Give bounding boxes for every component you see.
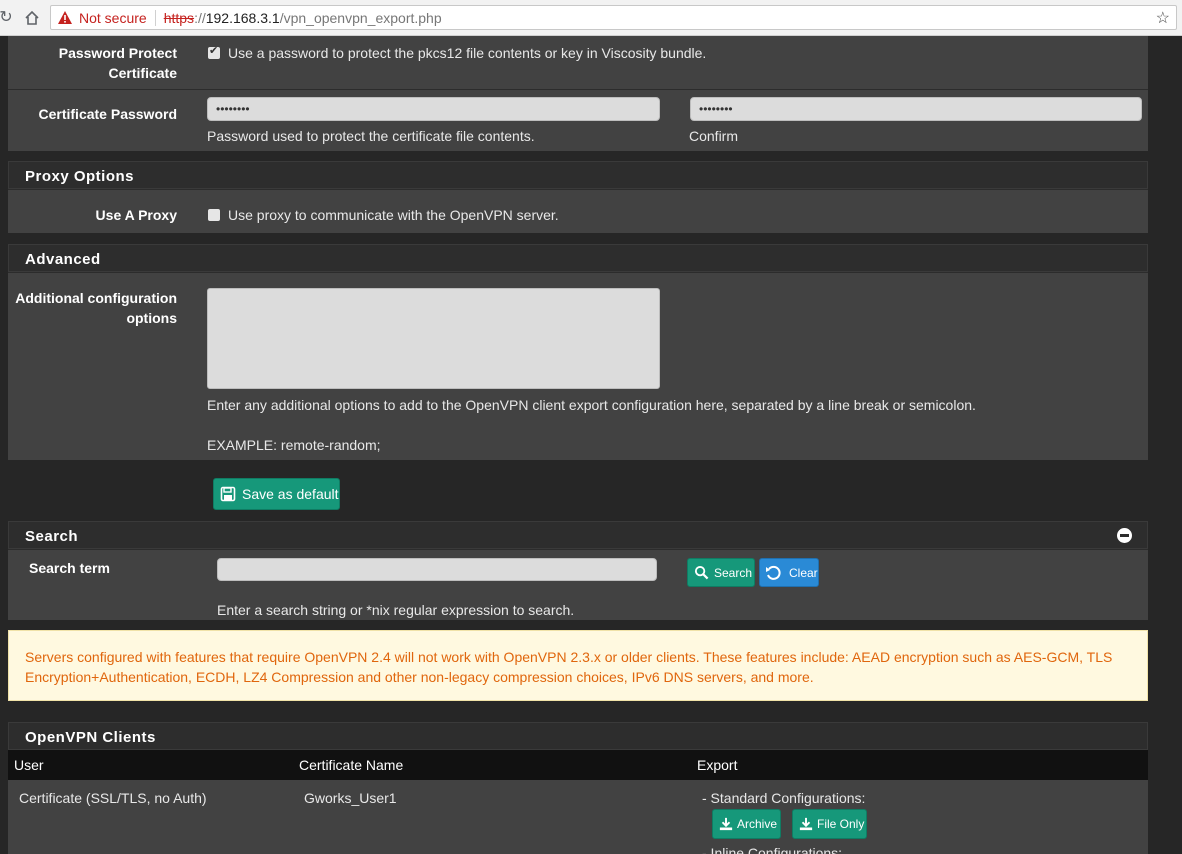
compatibility-notice: Servers configured with features that re… bbox=[8, 630, 1148, 701]
advanced-panel-title: Advanced bbox=[8, 244, 1148, 272]
use-proxy-row: Use A Proxy Use proxy to communicate wit… bbox=[8, 189, 1148, 233]
address-bar[interactable]: Not secure https://192.168.3.1/vpn_openv… bbox=[50, 5, 1177, 30]
url-protocol: https bbox=[163, 9, 195, 26]
additional-options-textarea[interactable] bbox=[207, 288, 660, 389]
search-panel: Search Search term Search Clear Enter a … bbox=[8, 521, 1148, 620]
archive-button-label: Archive bbox=[737, 817, 778, 831]
confirm-password-help: Confirm bbox=[689, 128, 739, 144]
divider bbox=[154, 9, 156, 26]
archive-button[interactable]: Archive bbox=[712, 809, 781, 839]
use-proxy-label: Use A Proxy bbox=[95, 207, 177, 223]
standard-configurations-label: - Standard Configurations: bbox=[702, 790, 866, 806]
search-help: Enter a search string or *nix regular ex… bbox=[217, 602, 575, 618]
column-header-export: Export bbox=[697, 757, 738, 773]
certificate-panel: Password Protect Certificate Use a passw… bbox=[8, 36, 1148, 151]
floppy-disk-icon bbox=[220, 486, 236, 502]
search-term-label: Search term bbox=[29, 560, 110, 576]
clear-button[interactable]: Clear bbox=[759, 558, 819, 587]
certificate-password-input[interactable]: •••••••• bbox=[207, 97, 660, 121]
certificate-password-help: Password used to protect the certificate… bbox=[207, 128, 535, 144]
search-panel-title: Search bbox=[8, 521, 1148, 549]
column-header-user: User bbox=[14, 757, 44, 773]
undo-icon bbox=[766, 565, 781, 580]
file-only-button[interactable]: File Only bbox=[792, 809, 867, 839]
password-protect-text: Use a password to protect the pkcs12 fil… bbox=[228, 45, 707, 61]
file-only-button-label: File Only bbox=[817, 817, 865, 831]
download-icon bbox=[799, 817, 813, 831]
url-path: /vpn_openvpn_export.php bbox=[279, 9, 442, 26]
search-button[interactable]: Search bbox=[687, 558, 755, 587]
proxy-panel: Proxy Options Use A Proxy Use proxy to c… bbox=[8, 161, 1148, 233]
security-label: Not secure bbox=[79, 9, 147, 26]
warning-icon bbox=[58, 10, 72, 24]
bookmark-star-icon[interactable]: ☆ bbox=[1156, 8, 1170, 28]
search-term-row: Search term Search Clear Enter a search … bbox=[8, 549, 1148, 620]
security-indicator[interactable]: Not secure bbox=[57, 10, 147, 26]
advanced-panel: Advanced Additional configuration option… bbox=[8, 244, 1148, 460]
additional-options-example: EXAMPLE: remote-random; bbox=[207, 437, 381, 453]
clients-table-header: User Certificate Name Export bbox=[8, 750, 1148, 780]
inline-configurations-label: - Inline Configurations: bbox=[702, 845, 843, 854]
additional-options-help: Enter any additional options to add to t… bbox=[207, 397, 976, 413]
openvpn-clients-title: OpenVPN Clients bbox=[8, 722, 1148, 750]
client-certificate-name: Gworks_User1 bbox=[304, 790, 397, 806]
search-term-input[interactable] bbox=[217, 558, 657, 581]
client-user: Certificate (SSL/TLS, no Auth) bbox=[19, 790, 207, 806]
table-row: Certificate (SSL/TLS, no Auth) Gworks_Us… bbox=[8, 780, 1148, 854]
search-button-label: Search bbox=[714, 565, 753, 580]
use-proxy-text: Use proxy to communicate with the OpenVP… bbox=[228, 207, 559, 223]
certificate-password-label: Certificate Password bbox=[38, 106, 178, 122]
password-protect-label: Password Protect Certificate bbox=[58, 45, 177, 81]
additional-options-label: Additional configuration options bbox=[15, 290, 177, 326]
browser-toolbar: ↻ Not secure https://192.168.3.1/vpn_ope… bbox=[0, 0, 1182, 36]
additional-options-row: Additional configuration options Enter a… bbox=[8, 272, 1148, 460]
reload-icon[interactable]: ↻ bbox=[0, 8, 16, 28]
save-as-default-label: Save as default bbox=[242, 486, 339, 502]
column-header-certificate-name: Certificate Name bbox=[299, 757, 404, 773]
confirm-password-input[interactable]: •••••••• bbox=[690, 97, 1142, 121]
proxy-panel-title: Proxy Options bbox=[8, 161, 1148, 189]
password-protect-row: Password Protect Certificate Use a passw… bbox=[8, 36, 1148, 89]
password-protect-checkbox[interactable] bbox=[208, 44, 220, 59]
magnifier-icon bbox=[694, 565, 709, 580]
url-host: 192.168.3.1 bbox=[205, 9, 280, 26]
download-icon bbox=[719, 817, 733, 831]
save-as-default-button[interactable]: Save as default bbox=[213, 478, 340, 510]
collapse-icon[interactable] bbox=[1117, 528, 1132, 543]
openvpn-clients-panel: OpenVPN Clients User Certificate Name Ex… bbox=[8, 722, 1148, 854]
certificate-password-row: Certificate Password •••••••• Password u… bbox=[8, 89, 1148, 151]
home-icon[interactable] bbox=[22, 8, 42, 28]
url-separator: :// bbox=[194, 9, 206, 26]
clear-button-label: Clear bbox=[789, 565, 818, 580]
use-proxy-checkbox[interactable] bbox=[208, 209, 220, 221]
